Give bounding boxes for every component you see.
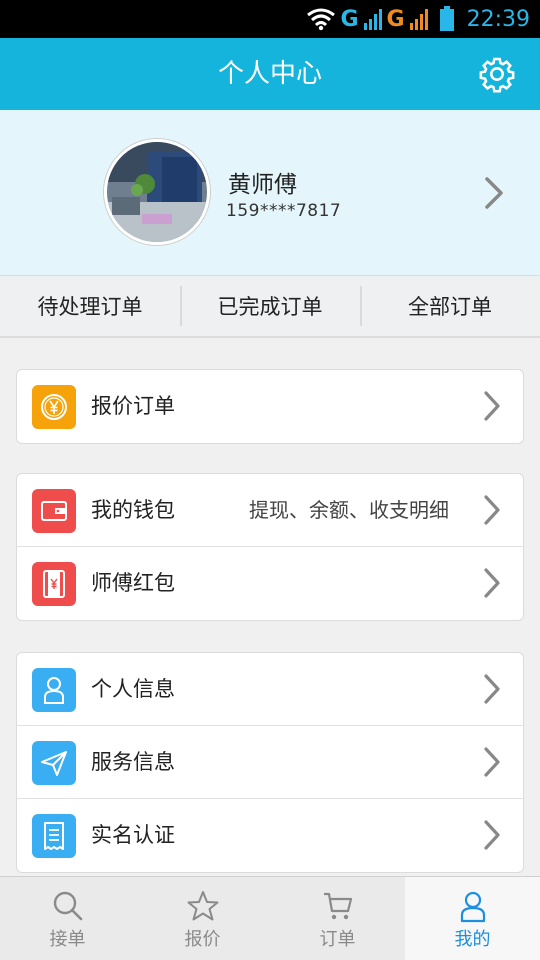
wifi-icon bbox=[307, 8, 336, 31]
tab-orders[interactable]: 订单 bbox=[270, 877, 405, 960]
menu-item-real-name-auth[interactable]: 实名认证 bbox=[17, 799, 523, 872]
tab-completed-orders[interactable]: 已完成订单 bbox=[180, 276, 360, 336]
menu-item-wallet[interactable]: 我的钱包 提现、余额、收支明细 bbox=[17, 474, 523, 547]
chevron-right-icon bbox=[484, 820, 500, 850]
tab-label: 接单 bbox=[49, 929, 86, 950]
tab-all-orders[interactable]: 全部订单 bbox=[360, 276, 540, 336]
red-envelope-icon bbox=[32, 562, 76, 606]
star-icon bbox=[187, 891, 218, 921]
network-type-1: G bbox=[340, 6, 359, 32]
gear-icon[interactable] bbox=[478, 55, 516, 93]
tab-label: 订单 bbox=[319, 929, 356, 950]
avatar[interactable] bbox=[104, 139, 210, 245]
clock: 22:39 bbox=[466, 6, 530, 32]
network-type-2: G bbox=[386, 6, 405, 32]
menu-item-quote-orders[interactable]: 报价订单 bbox=[17, 370, 523, 443]
user-name: 黄师傅 bbox=[228, 172, 297, 198]
menu-item-service-info[interactable]: 服务信息 bbox=[17, 726, 523, 799]
yen-coin-icon bbox=[32, 385, 76, 429]
chevron-right-icon bbox=[484, 674, 500, 704]
chevron-right-icon bbox=[485, 177, 503, 209]
battery-icon bbox=[439, 6, 454, 31]
order-tabs: 待处理订单 已完成订单 全部订单 bbox=[0, 276, 540, 338]
paper-plane-icon bbox=[32, 741, 76, 785]
tab-label: 我的 bbox=[454, 929, 491, 950]
person-icon bbox=[460, 891, 485, 923]
tab-quote[interactable]: 报价 bbox=[135, 877, 270, 960]
chevron-right-icon bbox=[484, 495, 500, 525]
signal-icon bbox=[409, 9, 428, 30]
chevron-right-icon bbox=[484, 391, 500, 421]
menu-item-personal-info[interactable]: 个人信息 bbox=[17, 653, 523, 726]
status-icons: G G 22:39 bbox=[306, 4, 530, 34]
tab-accept-orders[interactable]: 接单 bbox=[0, 877, 135, 960]
page-title: 个人中心 bbox=[217, 59, 322, 89]
bottom-tab-bar: 接单 报价 订单 我的 bbox=[0, 876, 540, 960]
menu-item-red-envelope[interactable]: 师傅红包 bbox=[17, 547, 523, 620]
menu-label: 我的钱包 bbox=[91, 498, 175, 522]
cart-icon bbox=[323, 892, 352, 920]
menu-label: 师傅红包 bbox=[91, 571, 175, 595]
receipt-icon bbox=[32, 814, 76, 858]
menu-group-wallet: 我的钱包 提现、余额、收支明细 师傅红包 bbox=[16, 473, 524, 621]
menu-label: 报价订单 bbox=[91, 394, 175, 418]
menu-hint: 提现、余额、收支明细 bbox=[249, 498, 449, 522]
wallet-icon bbox=[32, 489, 76, 533]
search-icon bbox=[53, 891, 82, 921]
menu-label: 个人信息 bbox=[91, 677, 175, 701]
menu-label: 实名认证 bbox=[91, 823, 175, 847]
menu-group-info: 个人信息 服务信息 实名认证 bbox=[16, 652, 524, 873]
chevron-right-icon bbox=[484, 747, 500, 777]
tab-mine[interactable]: 我的 bbox=[405, 877, 540, 960]
tab-label: 报价 bbox=[184, 929, 221, 950]
title-bar: 个人中心 bbox=[0, 38, 540, 110]
status-bar: G G 22:39 bbox=[0, 0, 540, 38]
user-phone: 159****7817 bbox=[226, 201, 342, 221]
chevron-right-icon bbox=[484, 568, 500, 598]
signal-icon bbox=[363, 9, 382, 30]
person-icon bbox=[32, 668, 76, 712]
menu-group-quote: 报价订单 bbox=[16, 369, 524, 444]
tab-pending-orders[interactable]: 待处理订单 bbox=[0, 276, 180, 336]
menu-label: 服务信息 bbox=[91, 750, 175, 774]
profile-card[interactable]: 黄师傅 159****7817 bbox=[0, 110, 540, 276]
